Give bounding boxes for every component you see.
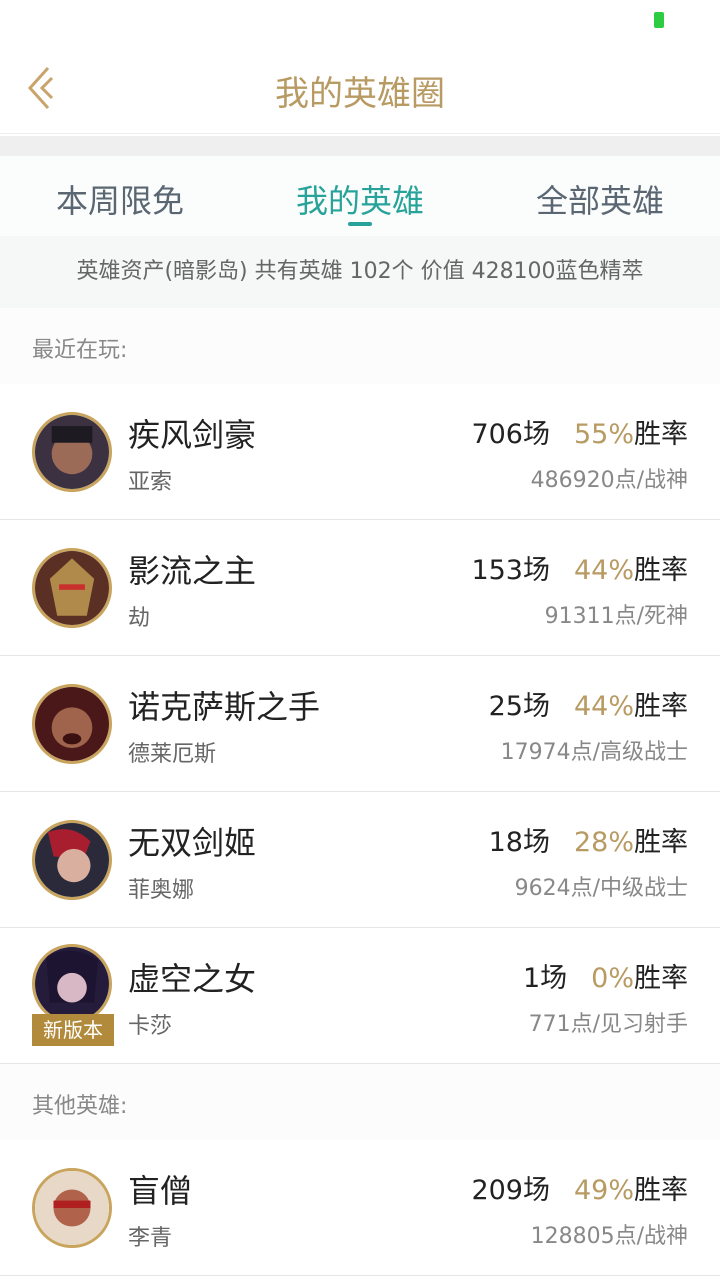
tab-all-heroes[interactable]: 全部英雄 bbox=[480, 156, 720, 236]
tab-label: 全部英雄 bbox=[535, 182, 664, 220]
battery-icon bbox=[654, 12, 664, 28]
hero-row[interactable]: 新版本 虚空之女 卡莎 1场 0%胜率 771点/见习射手 bbox=[0, 928, 720, 1064]
divider bbox=[0, 136, 720, 156]
games-count: 1场 bbox=[522, 963, 568, 994]
win-rate: 44% bbox=[573, 691, 634, 722]
status-bar bbox=[0, 0, 720, 42]
hero-row[interactable]: 无双剑姬 菲奥娜 18场 28%胜率 9624点/中级战士 bbox=[0, 792, 720, 928]
win-rate-label: 胜率 bbox=[634, 827, 688, 858]
tab-weekly-free[interactable]: 本周限免 bbox=[0, 156, 240, 236]
win-rate: 44% bbox=[573, 555, 634, 586]
hero-stats: 1场 0%胜率 bbox=[523, 956, 688, 995]
hero-points: 128805点/战神 bbox=[530, 1224, 688, 1249]
hero-avatar bbox=[32, 548, 112, 628]
hero-name: 疾风剑豪 bbox=[128, 416, 257, 454]
hero-row[interactable]: 盲僧 李青 209场 49%胜率 128805点/战神 bbox=[0, 1140, 720, 1276]
hero-avatar bbox=[32, 944, 112, 1024]
section-label-recent: 最近在玩: bbox=[32, 338, 128, 363]
hero-row[interactable]: 诺克萨斯之手 德莱厄斯 25场 44%胜率 17974点/高级战士 bbox=[0, 656, 720, 792]
win-rate-label: 胜率 bbox=[634, 555, 688, 586]
hero-points: 17974点/高级战士 bbox=[500, 740, 688, 765]
hero-champion-name: 亚索 bbox=[128, 470, 173, 495]
games-count: 153场 bbox=[471, 555, 550, 586]
hero-points: 9624点/中级战士 bbox=[514, 876, 688, 901]
hero-name: 影流之主 bbox=[128, 552, 257, 590]
hero-stats: 153场 44%胜率 bbox=[471, 548, 688, 587]
hero-champion-name: 德莱厄斯 bbox=[128, 742, 217, 767]
win-rate: 0% bbox=[591, 963, 634, 994]
page-title: 我的英雄圈 bbox=[275, 74, 445, 114]
hero-stats: 706场 55%胜率 bbox=[471, 412, 688, 451]
hero-stats: 25场 44%胜率 bbox=[489, 684, 688, 723]
win-rate-label: 胜率 bbox=[634, 1175, 688, 1206]
hero-row[interactable]: 影流之主 劫 153场 44%胜率 91311点/死神 bbox=[0, 520, 720, 656]
hero-avatar bbox=[32, 412, 112, 492]
hero-name: 无双剑姬 bbox=[128, 824, 257, 862]
tab-my-heroes[interactable]: 我的英雄 bbox=[240, 156, 480, 236]
win-rate-label: 胜率 bbox=[634, 419, 688, 450]
tab-label: 我的英雄 bbox=[295, 182, 424, 220]
hero-row[interactable]: 疾风剑豪 亚索 706场 55%胜率 486920点/战神 bbox=[0, 384, 720, 520]
app-header: 我的英雄圈 bbox=[0, 42, 720, 134]
hero-avatar bbox=[32, 684, 112, 764]
hero-assets-summary: 英雄资产(暗影岛) 共有英雄 102个 价值 428100蓝色精萃 bbox=[0, 236, 720, 308]
hero-avatar bbox=[32, 820, 112, 900]
hero-name: 盲僧 bbox=[128, 1172, 193, 1210]
active-tab-indicator bbox=[348, 222, 372, 226]
section-label-others: 其他英雄: bbox=[32, 1094, 128, 1119]
games-count: 706场 bbox=[471, 419, 550, 450]
hero-name: 虚空之女 bbox=[128, 960, 257, 998]
hero-champion-name: 李青 bbox=[128, 1226, 173, 1251]
tab-label: 本周限免 bbox=[55, 182, 184, 220]
hero-avatar bbox=[32, 1168, 112, 1248]
new-version-badge: 新版本 bbox=[32, 1014, 114, 1046]
win-rate: 49% bbox=[573, 1175, 634, 1206]
hero-stats: 18场 28%胜率 bbox=[489, 820, 688, 859]
games-count: 18场 bbox=[488, 827, 550, 858]
hero-points: 486920点/战神 bbox=[530, 468, 688, 493]
win-rate-label: 胜率 bbox=[634, 691, 688, 722]
hero-champion-name: 菲奥娜 bbox=[128, 878, 195, 903]
games-count: 25场 bbox=[488, 691, 550, 722]
hero-stats: 209场 49%胜率 bbox=[471, 1168, 688, 1207]
win-rate-label: 胜率 bbox=[634, 963, 688, 994]
hero-points: 91311点/死神 bbox=[544, 604, 688, 629]
hero-points: 771点/见习射手 bbox=[528, 1012, 688, 1037]
hero-champion-name: 卡莎 bbox=[128, 1014, 173, 1039]
hero-name: 诺克萨斯之手 bbox=[128, 688, 321, 726]
hero-champion-name: 劫 bbox=[128, 606, 151, 631]
win-rate: 55% bbox=[573, 419, 634, 450]
tab-bar: 本周限免 我的英雄 全部英雄 bbox=[0, 156, 720, 236]
games-count: 209场 bbox=[471, 1175, 550, 1206]
win-rate: 28% bbox=[573, 827, 634, 858]
